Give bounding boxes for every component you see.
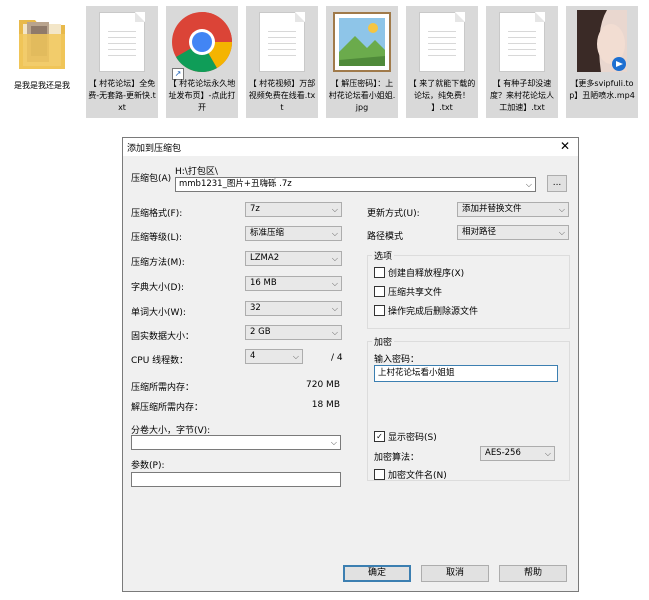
file-name: 【 有种子却没速度？来村花论坛人工加速】.txt	[490, 79, 554, 112]
file-name: 【 来了就能下载的论坛，纯免费！ 】.txt	[408, 79, 476, 112]
method-label: 压缩方法(M):	[131, 258, 185, 268]
file-selection-box: 【 解压密码】：上村花论坛看小姐姐.jpg	[326, 6, 398, 118]
dialog-title: 添加到压缩包	[127, 144, 182, 154]
file-name: 【 村花视频】万部视频免费在线看.txt	[248, 79, 316, 112]
file-name: 【 村花论坛永久地址发布页】-点此打开	[168, 79, 236, 112]
file-item-txt[interactable]: 【 有种子却没速度？来村花论坛人工加速】.txt	[486, 6, 558, 118]
dict-select[interactable]: 16 MB ⌵	[245, 276, 342, 291]
help-button[interactable]: 帮助	[499, 565, 567, 582]
chevron-down-icon: ⌵	[331, 279, 338, 288]
shared-checkbox[interactable]: 压缩共享文件	[374, 285, 442, 298]
show-password-checkbox[interactable]: ✓ 显示密码(S)	[374, 430, 437, 443]
word-select[interactable]: 32 ⌵	[245, 301, 342, 316]
text-file-icon	[259, 12, 305, 72]
file-selection-box: 【 有种子却没速度？来村花论坛人工加速】.txt	[486, 6, 558, 118]
level-label: 压缩等级(L):	[131, 233, 183, 243]
archive-path: H:\打包区\	[175, 167, 218, 177]
cpu-label: CPU 线程数：	[131, 356, 189, 366]
enc-method-select[interactable]: AES-256 ⌵	[480, 446, 555, 461]
word-label: 单词大小(W):	[131, 308, 186, 318]
text-file-icon	[99, 12, 145, 72]
chevron-down-icon[interactable]: ⌵	[331, 436, 337, 449]
sfx-checkbox[interactable]: 创建自释放程序(X)	[374, 266, 464, 279]
params-input[interactable]	[131, 472, 341, 487]
file-selection-box: 【 来了就能下载的论坛，纯免费！ 】.txt	[406, 6, 478, 118]
chevron-down-icon: ⌵	[331, 304, 338, 313]
archive-name-value: mmb1231_图片+丑嗨砾 .7z	[179, 179, 292, 189]
cpu-total: / 4	[331, 353, 343, 363]
file-name: 【 解压密码】：上村花论坛看小姐姐.jpg	[328, 79, 396, 112]
file-item-txt[interactable]: 【 村花论坛】全免费-无套路-更新快.txt	[86, 6, 158, 118]
format-label: 压缩格式(F):	[131, 209, 183, 219]
update-label: 更新方式(U):	[367, 209, 420, 219]
mem-comp-label: 压缩所需内存：	[131, 383, 195, 393]
chevron-down-icon: ⌵	[558, 205, 565, 214]
ok-button[interactable]: 确定	[343, 565, 411, 582]
file-selection-box: ↗ 【 村花论坛永久地址发布页】-点此打开	[166, 6, 238, 118]
options-group: 选项 创建自释放程序(X) 压缩共享文件 操作完成后删除源文件	[367, 249, 570, 329]
file-name: 【 村花论坛】全免费-无套路-更新快.txt	[88, 79, 156, 112]
file-item-txt[interactable]: 【 来了就能下载的论坛，纯免费！ 】.txt	[406, 6, 478, 118]
cpu-select[interactable]: 4 ⌵	[245, 349, 303, 364]
chevron-down-icon: ⌵	[292, 352, 299, 361]
close-icon[interactable]: ✕	[560, 139, 570, 153]
image-file-icon	[333, 12, 391, 75]
video-thumbnail	[577, 10, 627, 75]
encryption-title: 加密	[372, 335, 395, 348]
dialog-titlebar: 添加到压缩包 ✕	[123, 138, 578, 157]
cancel-button[interactable]: 取消	[421, 565, 489, 582]
add-to-archive-dialog: 添加到压缩包 ✕ 压缩包(A) H:\打包区\ mmb1231_图片+丑嗨砾 .…	[122, 137, 579, 592]
chevron-down-icon: ⌵	[544, 449, 551, 458]
folder-icon	[17, 14, 67, 75]
chevron-down-icon[interactable]: ⌵	[526, 178, 532, 191]
enc-method-label: 加密算法：	[374, 453, 420, 463]
solid-select[interactable]: 2 GB ⌵	[245, 325, 342, 340]
split-input[interactable]: ⌵	[131, 435, 341, 450]
solid-label: 固实数据大小：	[131, 332, 195, 342]
mem-decomp-value: 18 MB	[311, 400, 340, 410]
file-name: 是我是我还是我	[14, 81, 70, 90]
file-name: 【更多svipfuli.top】丑陋喷水.mp4	[569, 79, 635, 100]
chevron-down-icon: ⌵	[331, 229, 338, 238]
options-title: 选项	[372, 249, 395, 262]
archive-label: 压缩包(A)	[131, 174, 172, 184]
file-selection-box: 【 村花论坛】全免费-无套路-更新快.txt	[86, 6, 158, 118]
pathmode-label: 路径模式	[367, 232, 404, 242]
method-select[interactable]: LZMA2 ⌵	[245, 251, 342, 266]
text-file-icon	[419, 12, 465, 72]
check-icon: ✓	[374, 431, 385, 442]
file-selection-box: 【 村花视频】万部视频免费在线看.txt	[246, 6, 318, 118]
file-selection-box: 【更多svipfuli.top】丑陋喷水.mp4	[566, 6, 638, 118]
chevron-down-icon: ⌵	[558, 228, 565, 237]
file-item-shortcut[interactable]: ↗ 【 村花论坛永久地址发布页】-点此打开	[166, 6, 238, 118]
encrypt-names-checkbox[interactable]: 加密文件名(N)	[374, 468, 447, 481]
format-select[interactable]: 7z ⌵	[245, 202, 342, 217]
file-item-txt[interactable]: 【 村花视频】万部视频免费在线看.txt	[246, 6, 318, 118]
mem-comp-value: 720 MB	[306, 380, 340, 390]
password-input[interactable]: 上村花论坛看小姐姐	[374, 365, 558, 382]
encryption-group: 加密 输入密码： 上村花论坛看小姐姐 ✓ 显示密码(S) 加密算法： AES-25…	[367, 335, 570, 481]
chrome-icon	[170, 10, 234, 77]
pathmode-select[interactable]: 相对路径 ⌵	[457, 225, 569, 240]
update-select[interactable]: 添加并替换文件 ⌵	[457, 202, 569, 217]
params-label: 参数(P):	[131, 461, 165, 471]
dict-label: 字典大小(D):	[131, 283, 184, 293]
chevron-down-icon: ⌵	[331, 254, 338, 263]
mem-decomp-label: 解压缩所需内存：	[131, 403, 204, 413]
archive-name-input[interactable]: mmb1231_图片+丑嗨砾 .7z ⌵	[175, 177, 536, 192]
delete-source-checkbox[interactable]: 操作完成后删除源文件	[374, 304, 478, 317]
text-file-icon	[499, 12, 545, 72]
level-select[interactable]: 标准压缩 ⌵	[245, 226, 342, 241]
chevron-down-icon: ⌵	[331, 205, 338, 214]
file-item-video[interactable]: 【更多svipfuli.top】丑陋喷水.mp4	[566, 6, 638, 118]
browse-button[interactable]: ...	[547, 175, 567, 192]
password-label: 输入密码：	[374, 355, 420, 365]
chevron-down-icon: ⌵	[331, 328, 338, 337]
file-item-image[interactable]: 【 解压密码】：上村花论坛看小姐姐.jpg	[326, 6, 398, 118]
